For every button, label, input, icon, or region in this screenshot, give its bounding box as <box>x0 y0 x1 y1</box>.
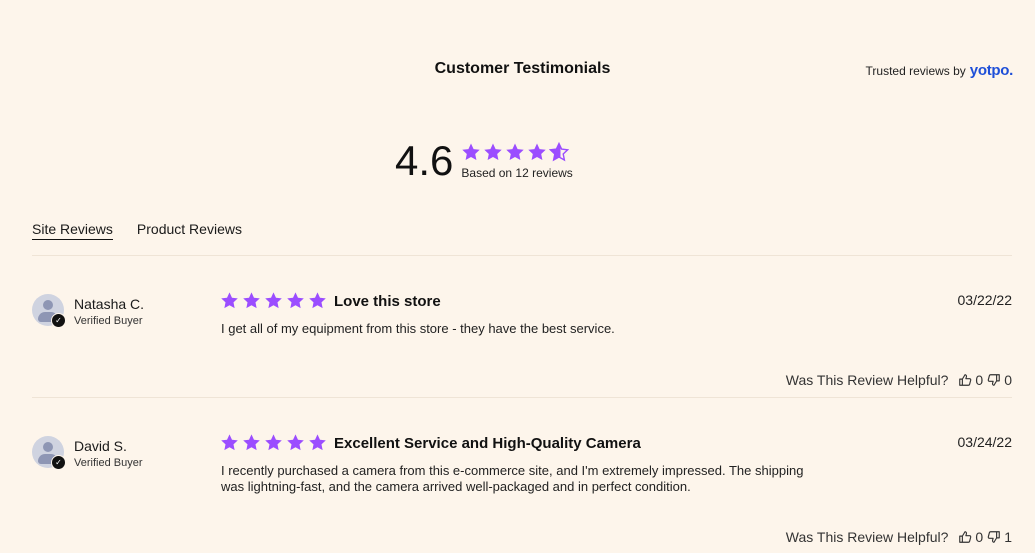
rating-summary: 4.6 Based on 12 reviews <box>395 140 573 182</box>
thumbs-up-count: 0 <box>975 529 984 545</box>
star-icon <box>484 143 503 160</box>
yotpo-logo: yotpo. <box>969 62 1014 79</box>
star-icon <box>243 434 260 451</box>
review-title: Love this store <box>334 293 441 310</box>
review-title: Excellent Service and High-Quality Camer… <box>334 435 641 452</box>
average-rating-stars <box>461 142 572 162</box>
verified-buyer-label: Verified Buyer <box>74 457 143 469</box>
star-icon <box>462 143 481 160</box>
divider <box>32 397 1012 398</box>
verified-check-icon: ✓ <box>51 455 66 470</box>
reviewer-name: David S. <box>74 438 127 454</box>
reviewer-name: Natasha C. <box>74 296 145 312</box>
thumbs-down-count: 0 <box>1004 372 1012 388</box>
thumbs-down-button[interactable]: 0 <box>987 372 1012 388</box>
avatar: ✓ <box>32 436 66 470</box>
star-icon <box>309 434 326 451</box>
average-score: 4.6 <box>395 137 454 184</box>
thumbs-down-icon <box>987 531 1001 543</box>
review-body: I get all of my equipment from this stor… <box>221 321 615 336</box>
star-icon <box>528 143 547 160</box>
helpful-vote-row: Was This Review Helpful? 0 0 <box>786 372 1012 388</box>
helpful-question: Was This Review Helpful? <box>785 372 949 388</box>
review-item: ✓ David S. Verified Buyer Excellent Serv… <box>32 433 1013 553</box>
helpful-question: Was This Review Helpful? <box>785 529 949 545</box>
thumbs-up-button[interactable]: 0 <box>958 529 983 545</box>
star-icon <box>287 434 304 451</box>
thumbs-down-button[interactable]: 1 <box>987 529 1012 545</box>
star-icon <box>265 292 282 309</box>
star-icon <box>221 434 238 451</box>
review-rating-stars <box>220 291 327 310</box>
review-item: ✓ Natasha C. Verified Buyer Love this st… <box>32 291 1013 394</box>
trusted-reviews-text: Trusted reviews by <box>865 64 966 78</box>
review-date: 03/24/22 <box>957 434 1013 450</box>
star-icon <box>265 434 282 451</box>
thumbs-up-button[interactable]: 0 <box>958 372 983 388</box>
thumbs-up-count: 0 <box>975 372 984 388</box>
review-tabs: Site Reviews Product Reviews <box>32 221 242 240</box>
review-count: Based on 12 reviews <box>461 166 573 180</box>
reviews-widget: Customer Testimonials Trusted reviews by… <box>0 0 1035 553</box>
star-icon <box>549 142 570 162</box>
star-icon <box>287 292 304 309</box>
verified-check-icon: ✓ <box>51 313 66 328</box>
thumbs-up-icon <box>959 374 972 386</box>
star-icon <box>243 292 260 309</box>
thumbs-up-icon <box>959 531 972 543</box>
thumbs-down-count: 1 <box>1004 529 1012 545</box>
review-body: I recently purchased a camera from this … <box>221 463 804 494</box>
helpful-vote-row: Was This Review Helpful? 0 1 <box>786 529 1012 545</box>
thumbs-down-icon <box>987 374 1001 386</box>
verified-buyer-label: Verified Buyer <box>74 315 143 327</box>
star-icon <box>506 143 525 160</box>
avatar: ✓ <box>32 294 66 328</box>
review-date: 03/22/22 <box>957 292 1013 308</box>
star-icon <box>309 292 326 309</box>
divider <box>32 255 1012 256</box>
tab-site-reviews[interactable]: Site Reviews <box>32 221 113 240</box>
review-rating-stars <box>220 433 327 452</box>
star-icon <box>221 292 238 309</box>
tab-product-reviews[interactable]: Product Reviews <box>137 221 242 240</box>
trusted-reviews-badge[interactable]: Trusted reviews by yotpo. <box>865 62 1014 79</box>
